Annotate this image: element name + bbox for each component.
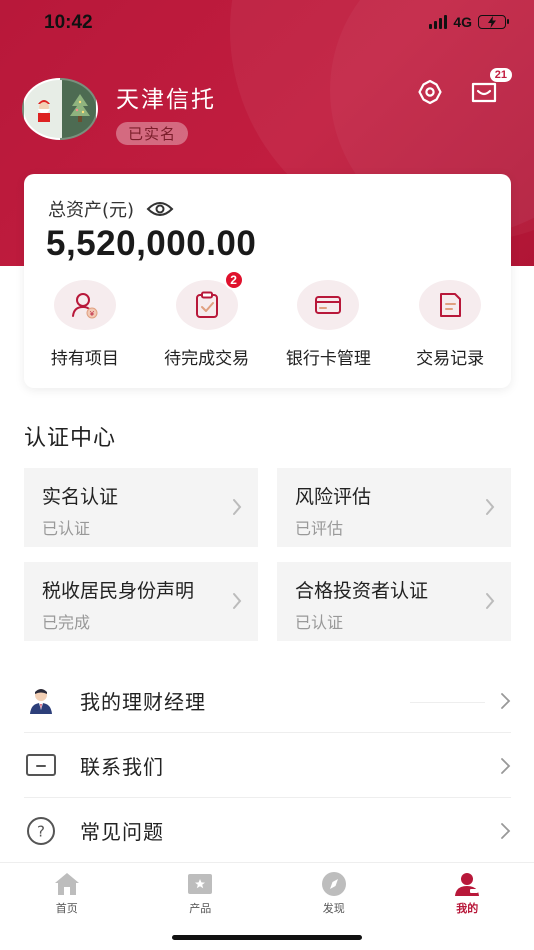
menu-item-manager[interactable]: 我的理财经理 xyxy=(24,668,511,733)
menu-item-label: 联系我们 xyxy=(80,754,164,779)
chevron-right-icon xyxy=(486,499,495,515)
chevron-right-icon xyxy=(233,593,242,609)
tab-label: 产品 xyxy=(189,902,212,915)
asset-card: 总资产(元) 5,520,000.00 ¥ 持有项目 2 待完成交易 银行卡管理… xyxy=(24,174,511,388)
total-assets-label: 总资产(元) xyxy=(48,200,135,221)
cert-card-tax[interactable]: 税收居民身份声明 已完成 xyxy=(24,562,258,641)
cert-title: 风险评估 xyxy=(295,486,372,508)
section-title-cert-center: 认证中心 xyxy=(24,426,117,451)
cert-title: 合格投资者认证 xyxy=(295,580,429,602)
tab-label: 发现 xyxy=(322,902,345,915)
holdings-icon: ¥ xyxy=(71,293,98,319)
home-icon xyxy=(54,873,79,895)
quick-action-label: 银行卡管理 xyxy=(285,349,371,369)
records-icon xyxy=(440,293,462,317)
chevron-right-icon xyxy=(501,693,511,709)
eye-icon[interactable] xyxy=(146,199,174,219)
profile-name: 天津信托 xyxy=(116,87,216,113)
signal-icon xyxy=(429,15,448,29)
verified-badge: 已实名 xyxy=(116,122,189,145)
tab-label: 我的 xyxy=(456,902,479,915)
compass-icon xyxy=(321,872,346,896)
total-assets-value: 5,520,000.00 xyxy=(46,224,257,263)
quick-action-label: 持有项目 xyxy=(50,349,119,369)
tab-discover[interactable]: 发现 xyxy=(267,871,401,916)
cert-card-risk[interactable]: 风险评估 已评估 xyxy=(277,468,511,547)
quick-action-label: 交易记录 xyxy=(416,349,485,369)
cert-card-real-name[interactable]: 实名认证 已认证 xyxy=(24,468,258,547)
bank-card-icon xyxy=(315,296,342,314)
avatar[interactable] xyxy=(22,78,98,140)
menu-item-label: 常见问题 xyxy=(80,820,164,844)
profile-header[interactable]: 天津信托 已实名 xyxy=(22,78,216,145)
cert-status: 已认证 xyxy=(295,613,344,632)
status-bar: 10:42 4G xyxy=(0,0,534,48)
cert-grid: 实名认证 已认证 风险评估 已评估 税收居民身份声明 已完成 合格投资者认证 已… xyxy=(24,468,511,641)
svg-text:?: ? xyxy=(37,822,45,840)
svg-text:¥: ¥ xyxy=(90,310,95,318)
tab-mine[interactable]: 我的 xyxy=(401,871,534,916)
pending-count-badge: 2 xyxy=(223,270,244,290)
cert-title: 实名认证 xyxy=(42,486,119,508)
home-indicator xyxy=(172,935,362,940)
chevron-right-icon xyxy=(501,758,511,774)
manager-avatar-icon xyxy=(30,689,52,714)
santa-icon xyxy=(38,100,50,122)
menu-list: 我的理财经理 联系我们 ? 常见问题 xyxy=(24,668,511,863)
contact-icon xyxy=(26,754,56,776)
menu-item-faq[interactable]: ? 常见问题 xyxy=(24,798,511,863)
cert-status: 已评估 xyxy=(295,519,344,538)
messages-button[interactable]: 21 xyxy=(468,68,512,108)
message-count-badge: 21 xyxy=(489,68,512,82)
tab-products[interactable]: 产品 xyxy=(134,871,268,916)
chevron-right-icon xyxy=(486,593,495,609)
settings-button[interactable] xyxy=(414,76,446,108)
quick-action-holdings[interactable]: ¥ 持有项目 xyxy=(24,280,146,369)
status-time: 10:42 xyxy=(44,12,93,33)
quick-action-records[interactable]: 交易记录 xyxy=(389,280,511,369)
menu-item-contact[interactable]: 联系我们 xyxy=(24,733,511,798)
tab-home[interactable]: 首页 xyxy=(0,871,134,916)
quick-action-label: 待完成交易 xyxy=(164,349,250,369)
product-icon xyxy=(188,874,213,894)
quick-action-bank-cards[interactable]: 银行卡管理 xyxy=(268,280,390,369)
battery-charging-icon xyxy=(478,15,509,29)
cert-title: 税收居民身份声明 xyxy=(42,580,195,602)
chevron-right-icon xyxy=(501,823,511,839)
question-icon: ? xyxy=(27,816,55,845)
tree-icon xyxy=(70,94,90,122)
menu-item-label: 我的理财经理 xyxy=(80,689,206,714)
gear-icon xyxy=(418,79,442,105)
inbox-icon xyxy=(471,82,497,103)
tab-label: 首页 xyxy=(55,902,78,915)
network-type: 4G xyxy=(453,14,472,30)
cert-card-qualified-investor[interactable]: 合格投资者认证 已认证 xyxy=(277,562,511,641)
cert-status: 已认证 xyxy=(42,519,91,538)
profile-icon xyxy=(455,873,480,896)
cert-status: 已完成 xyxy=(42,613,91,632)
pending-clipboard-icon xyxy=(195,291,218,318)
chevron-right-icon xyxy=(233,499,242,515)
quick-action-pending[interactable]: 2 待完成交易 xyxy=(146,270,268,369)
